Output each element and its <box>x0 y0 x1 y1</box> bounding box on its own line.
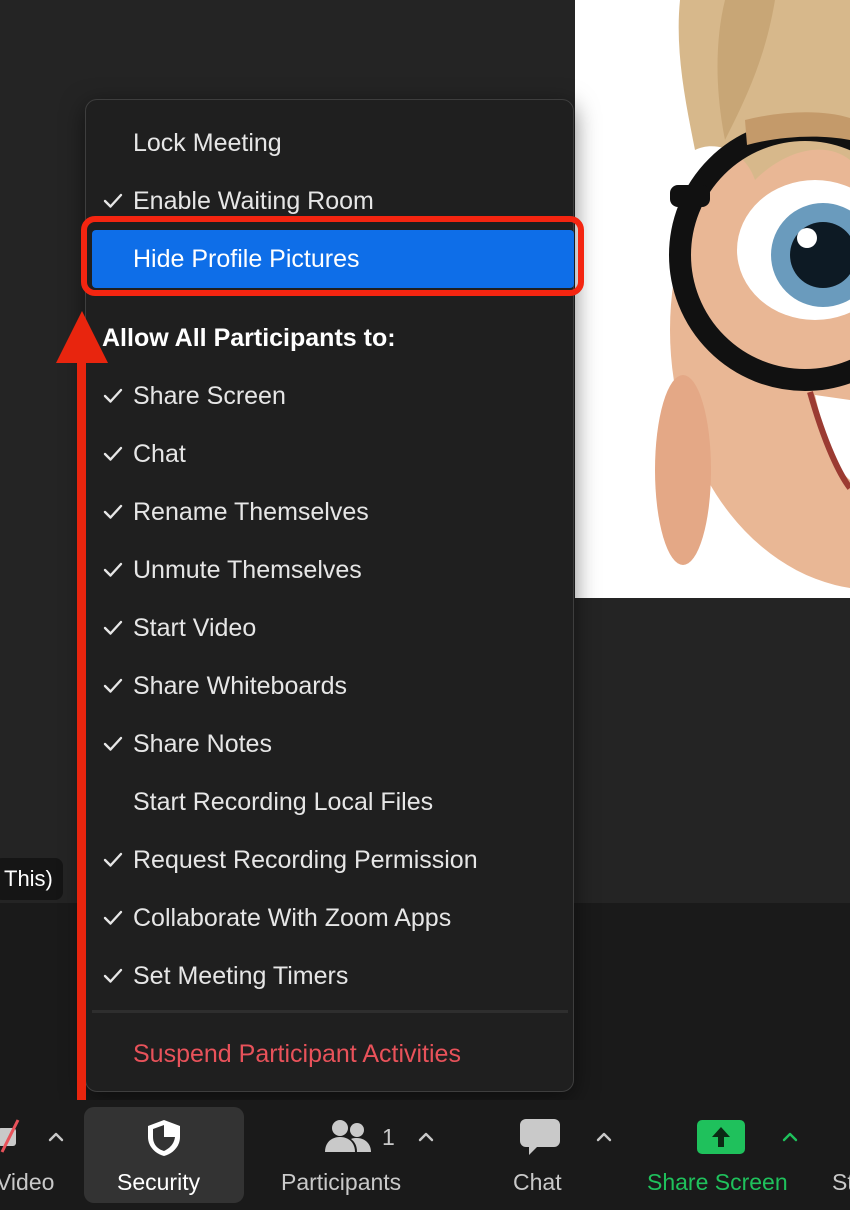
menu-item-label: Rename Themselves <box>133 498 369 526</box>
more-toolbar-button[interactable]: St <box>830 1100 850 1210</box>
toolbar-label: Security <box>117 1169 201 1195</box>
checkmark-icon <box>100 657 126 715</box>
menu-item-lock-meeting[interactable]: Lock Meeting <box>86 114 573 172</box>
menu-item-label: Request Recording Permission <box>133 846 478 874</box>
checkmark-icon <box>100 889 126 947</box>
menu-item-label: Share Notes <box>133 730 272 758</box>
chevron-up-icon[interactable] <box>46 1127 66 1147</box>
menu-item-label: Set Meeting Timers <box>133 962 349 990</box>
toolbar-label: Video <box>0 1169 55 1195</box>
video-button[interactable]: Video <box>0 1100 80 1210</box>
menu-item-label: Collaborate With Zoom Apps <box>133 904 452 932</box>
participants-count: 1 <box>382 1124 395 1150</box>
share-screen-button[interactable]: Share Screen <box>640 1100 820 1210</box>
meeting-toolbar: Video Security 1 Participants Chat Share… <box>0 1100 850 1210</box>
menu-item-share-whiteboards[interactable]: Share Whiteboards <box>86 657 573 715</box>
menu-item-label: Share Whiteboards <box>133 672 348 700</box>
menu-item-label: Unmute Themselves <box>133 556 362 584</box>
checkmark-icon <box>100 947 126 1005</box>
toolbar-label: Chat <box>513 1169 562 1195</box>
shield-icon <box>148 1120 180 1156</box>
checkmark-icon <box>100 831 126 889</box>
participants-icon <box>325 1120 371 1152</box>
toolbar-label: Participants <box>281 1169 402 1195</box>
menu-item-label: Suspend Participant Activities <box>133 1040 461 1068</box>
menu-item-suspend-participant-activities[interactable]: Suspend Participant Activities <box>86 1025 573 1083</box>
menu-item-set-meeting-timers[interactable]: Set Meeting Timers <box>86 947 573 1005</box>
menu-item-start-video[interactable]: Start Video <box>86 599 573 657</box>
share-screen-icon <box>697 1120 745 1154</box>
menu-section-heading: Allow All Participants to: <box>102 324 396 352</box>
participants-button[interactable]: 1 Participants <box>265 1100 455 1210</box>
checkmark-icon <box>100 599 126 657</box>
checkmark-icon <box>100 541 126 599</box>
chat-button[interactable]: Chat <box>490 1100 630 1210</box>
menu-item-label: Chat <box>133 440 186 468</box>
security-button[interactable]: Security <box>84 1107 244 1203</box>
checkmark-icon <box>100 483 126 541</box>
menu-item-label: Share Screen <box>133 382 286 410</box>
memoji-avatar <box>655 0 850 589</box>
toolbar-label: St <box>832 1169 850 1195</box>
participant-name-tag: This) <box>0 858 63 900</box>
toolbar-label: Share Screen <box>647 1169 788 1195</box>
menu-item-label: Lock Meeting <box>133 129 282 157</box>
annotation-highlight-box <box>81 216 584 296</box>
checkmark-icon <box>100 425 126 483</box>
checkmark-icon <box>100 715 126 773</box>
menu-divider <box>92 1010 568 1013</box>
menu-item-unmute-themselves[interactable]: Unmute Themselves <box>86 541 573 599</box>
menu-item-share-screen[interactable]: Share Screen <box>86 367 573 425</box>
annotation-arrow-head <box>56 311 108 363</box>
chat-bubble-icon <box>520 1119 560 1155</box>
chevron-up-icon[interactable] <box>416 1127 436 1147</box>
chevron-up-icon[interactable] <box>780 1127 800 1147</box>
checkmark-icon <box>100 367 126 425</box>
meeting-stage-lower <box>575 598 850 903</box>
menu-item-collaborate-with-zoom-apps[interactable]: Collaborate With Zoom Apps <box>86 889 573 947</box>
menu-item-chat[interactable]: Chat <box>86 425 573 483</box>
video-off-icon <box>0 1119 20 1153</box>
menu-item-rename-themselves[interactable]: Rename Themselves <box>86 483 573 541</box>
participant-video-tile <box>575 0 850 598</box>
menu-item-request-recording-permission[interactable]: Request Recording Permission <box>86 831 573 889</box>
menu-item-label: Start Recording Local Files <box>133 788 434 816</box>
menu-item-start-recording-local-files[interactable]: Start Recording Local Files <box>86 773 573 831</box>
menu-item-share-notes[interactable]: Share Notes <box>86 715 573 773</box>
annotation-arrow-shaft <box>77 352 86 1118</box>
chevron-up-icon[interactable] <box>594 1127 614 1147</box>
menu-item-label: Start Video <box>133 614 257 642</box>
